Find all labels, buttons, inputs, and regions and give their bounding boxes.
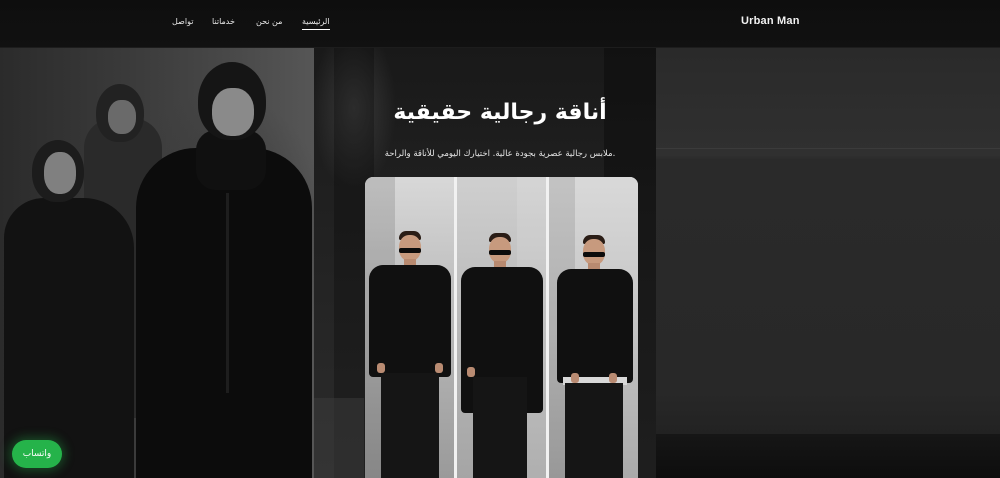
nav-link-services[interactable]: خدماتنا (212, 17, 235, 26)
model-photo-1 (365, 177, 454, 478)
whatsapp-button[interactable]: واتساب (12, 440, 62, 468)
hero-title: أناقة رجالية حقيقية (393, 100, 607, 125)
nav-link-about[interactable]: من نحن (256, 17, 282, 26)
main-nav: الرئيسية من نحن خدماتنا تواصل (0, 17, 1000, 37)
site-header: Urban Man الرئيسية من نحن خدماتنا تواصل (0, 0, 1000, 48)
nav-link-contact[interactable]: تواصل (172, 17, 193, 26)
hero-subtitle: ملابس رجالية عصرية بجودة عالية. اختيارك … (384, 149, 616, 159)
models-photo (365, 177, 638, 478)
model-photo-2 (457, 177, 546, 478)
hero-background-right (656, 48, 1000, 478)
model-photo-3 (549, 177, 638, 478)
hero-image-left (0, 48, 314, 478)
nav-link-home[interactable]: الرئيسية (302, 17, 330, 30)
